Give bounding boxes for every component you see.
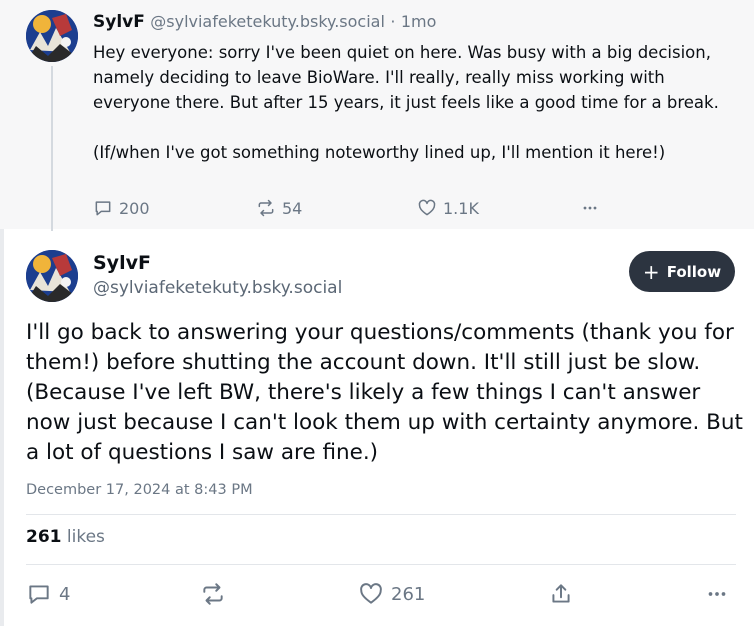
reply-icon: [29, 585, 49, 604]
plus-icon: +: [642, 259, 660, 284]
parent-reply-count: 200: [119, 198, 150, 218]
ellipsis-icon: [708, 592, 726, 596]
avatar-image: [26, 10, 78, 62]
meta-separator: ·: [390, 12, 396, 31]
main-display-name[interactable]: SylvF: [93, 250, 151, 276]
parent-more-button[interactable]: [580, 198, 600, 218]
post-timestamp[interactable]: December 17, 2024 at 8:43 PM: [26, 482, 253, 498]
share-icon: [552, 584, 570, 603]
repost-icon: [258, 199, 274, 217]
avatar[interactable]: [26, 10, 78, 62]
reply-count: 4: [59, 583, 71, 605]
repost-icon: [203, 583, 223, 605]
parent-like-button[interactable]: 1.1K: [417, 198, 479, 218]
parent-reply-button[interactable]: 200: [93, 198, 150, 218]
parent-repost-count: 54: [282, 198, 303, 218]
follow-button[interactable]: + Follow: [629, 251, 735, 292]
parent-text-paragraph: Hey everyone: sorry I've been quiet on h…: [93, 43, 719, 112]
divider: [26, 564, 736, 565]
parent-handle[interactable]: @sylviafeketekuty.bsky.social: [150, 12, 385, 31]
parent-repost-button[interactable]: 54: [256, 198, 302, 218]
likes-summary[interactable]: 261 likes: [26, 527, 105, 547]
parent-time-ago[interactable]: 1mo: [401, 12, 437, 31]
main-post-actions: 4 261: [26, 581, 736, 609]
parent-like-count: 1.1K: [443, 198, 479, 218]
main-handle[interactable]: @sylviafeketekuty.bsky.social: [93, 276, 342, 300]
reply-button[interactable]: 4: [26, 581, 70, 607]
heart-icon: [360, 583, 382, 604]
follow-label: Follow: [666, 262, 722, 281]
share-button[interactable]: [548, 581, 574, 607]
thread-connector-line: [51, 66, 53, 231]
parent-text-paragraph: (If/when I've got something noteworthy l…: [93, 143, 666, 162]
like-count: 261: [391, 583, 426, 605]
heart-icon: [418, 199, 436, 216]
parent-post-actions: 200 54 1.1K: [93, 198, 633, 224]
divider: [26, 514, 736, 515]
likes-count: 261: [26, 527, 62, 547]
likes-label: likes: [66, 527, 105, 547]
like-button[interactable]: 261: [358, 581, 425, 607]
avatar[interactable]: [26, 250, 78, 302]
avatar-image: [26, 250, 78, 302]
reply-icon: [95, 201, 111, 216]
ellipsis-icon: [583, 206, 597, 210]
repost-button[interactable]: [200, 581, 226, 607]
parent-post-header: SylvF @sylviafeketekuty.bsky.social · 1m…: [93, 10, 436, 34]
main-post-text: I'll go back to answering your questions…: [26, 320, 743, 465]
more-button[interactable]: [704, 581, 730, 607]
main-post-left-border: [0, 229, 4, 626]
parent-display-name[interactable]: SylvF: [93, 12, 145, 32]
parent-post-text: Hey everyone: sorry I've been quiet on h…: [93, 40, 733, 165]
